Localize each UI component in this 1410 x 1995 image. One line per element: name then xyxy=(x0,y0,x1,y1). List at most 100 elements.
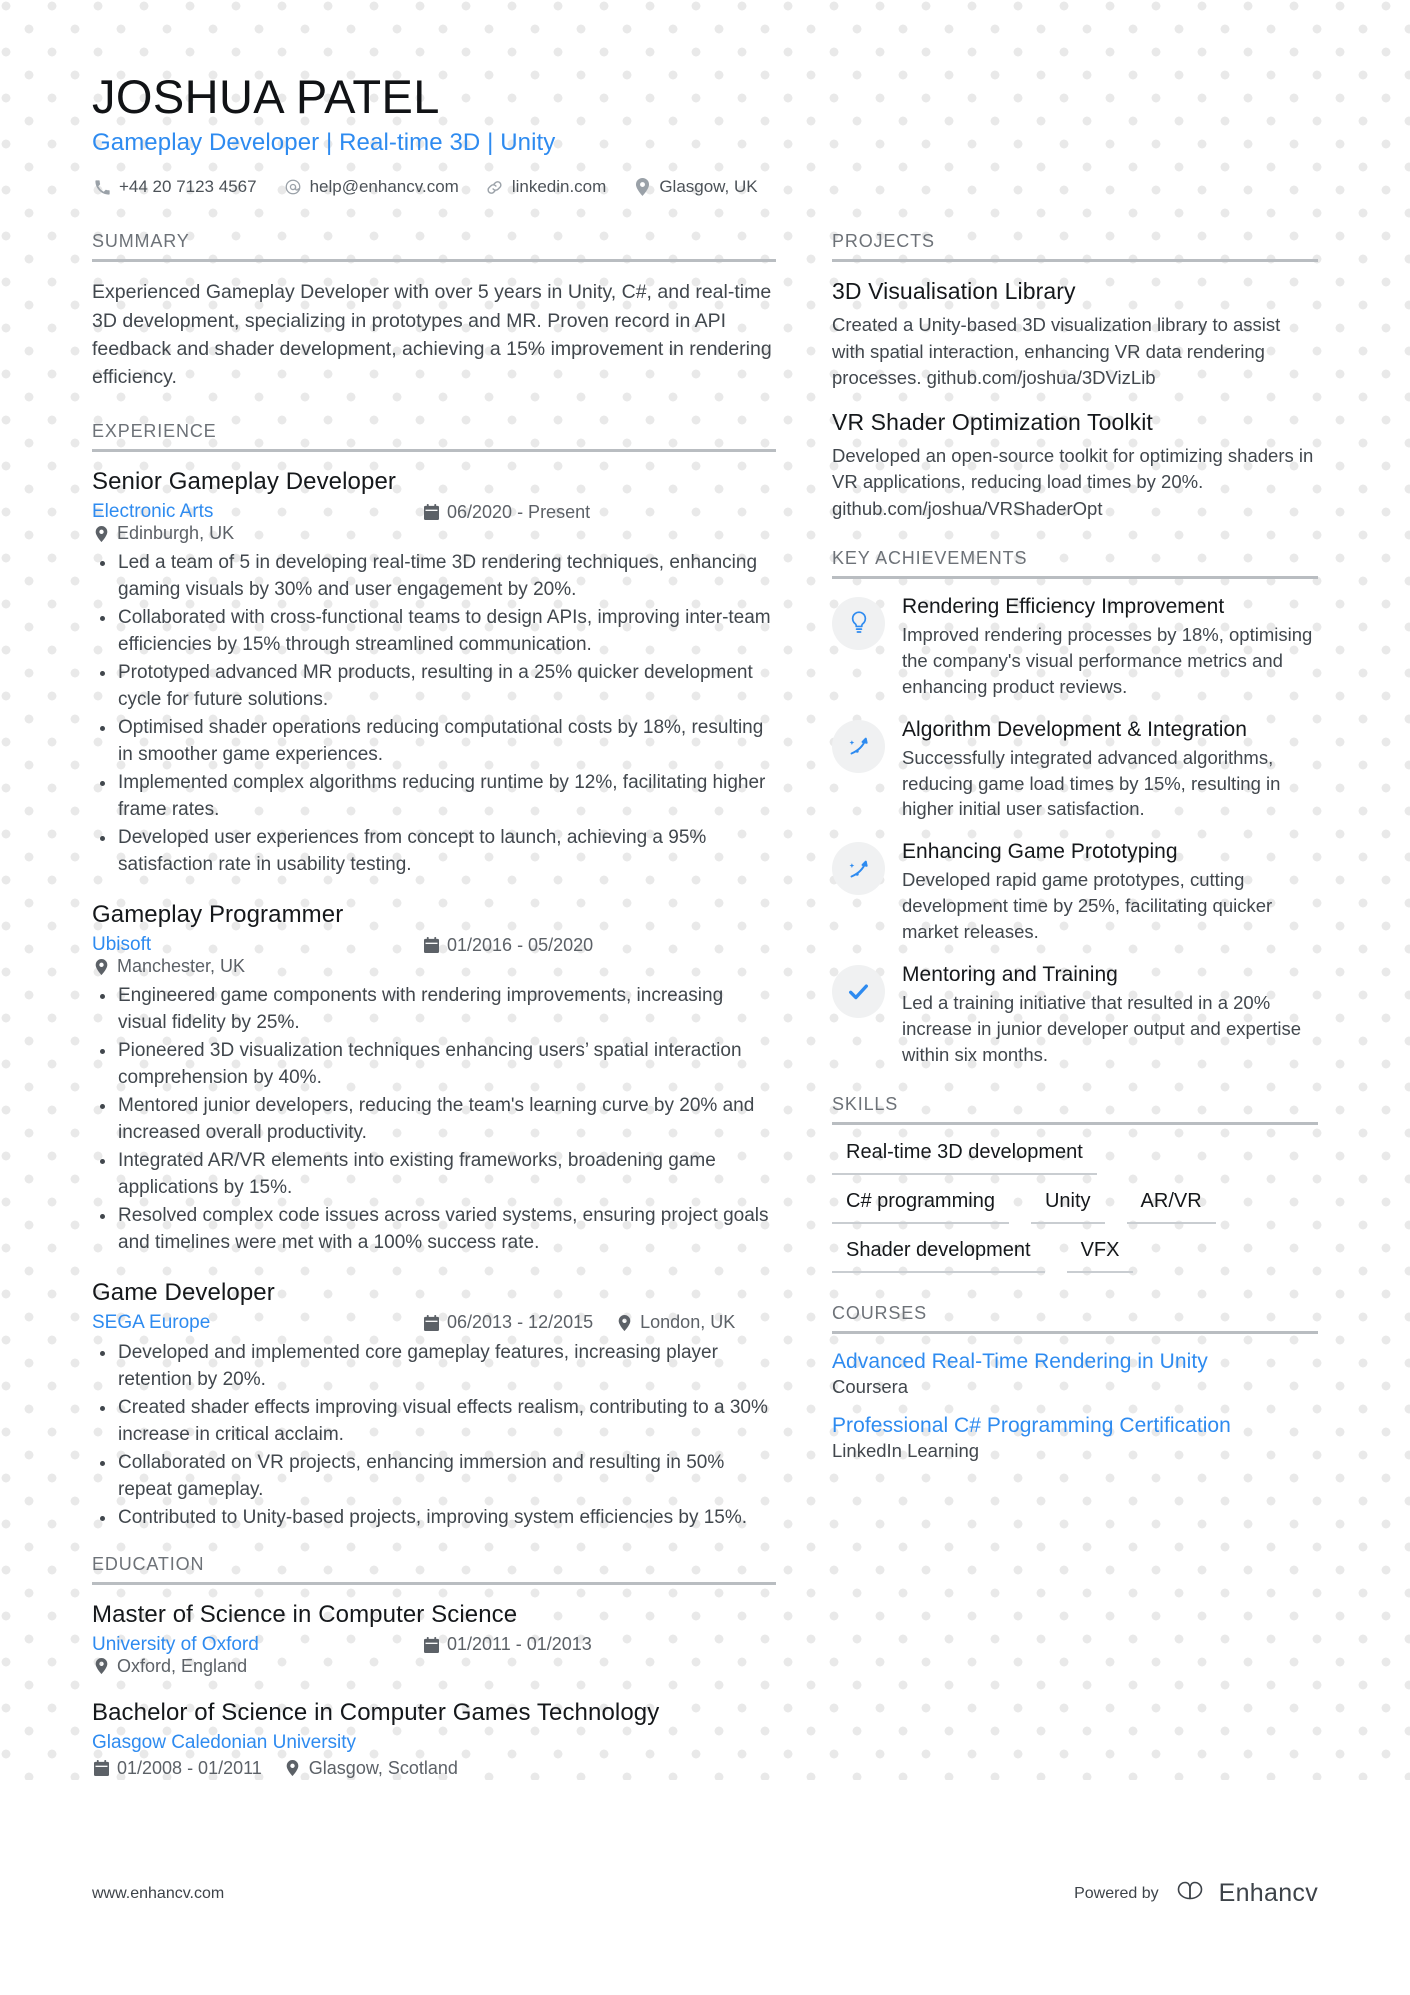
project-name: 3D Visualisation Library xyxy=(832,278,1076,305)
school-name-block: Glasgow Caledonian University xyxy=(92,1732,776,1754)
experience-entry: Game Developer SEGA Europe 06/2013 - 12/… xyxy=(92,1279,776,1532)
section-education: EDUCATION Master of Science in Computer … xyxy=(92,1554,776,1779)
section-title-summary: SUMMARY xyxy=(92,231,190,252)
course-name[interactable]: Advanced Real-Time Rendering in Unity xyxy=(832,1350,1318,1374)
phone-icon xyxy=(92,177,112,197)
job-company[interactable]: SEGA Europe xyxy=(92,1312,422,1334)
job-dates-text: 06/2013 - 12/2015 xyxy=(447,1312,594,1333)
section-divider xyxy=(832,259,1318,263)
bullet-item: Collaborated on VR projects, enhancing i… xyxy=(92,1450,776,1504)
resume-footer: www.enhancv.com Powered by Enhancv xyxy=(0,1878,1410,1909)
key-achievement-body: Mentoring and Training Led a training in… xyxy=(902,963,1318,1068)
bullet-item: Resolved complex code issues across vari… xyxy=(92,1203,776,1257)
job-location: Manchester, UK xyxy=(92,956,245,977)
key-achievement-text: Led a training initiative that resulted … xyxy=(902,991,1302,1065)
education-dates: 01/2011 - 01/2013 xyxy=(422,1634,592,1655)
skill-tag: Real-time 3D development xyxy=(832,1141,1097,1175)
email-icon xyxy=(283,177,303,197)
location-pin-icon xyxy=(632,177,652,197)
key-achievement-item: Enhancing Game Prototyping Developed rap… xyxy=(832,840,1318,945)
bullet-item: Created shader effects improving visual … xyxy=(92,1395,776,1449)
bullet-item: Implemented complex algorithms reducing … xyxy=(92,770,776,824)
magic-wand-icon xyxy=(832,719,885,773)
job-meta: Electronic Arts 06/2020 - Present Edinbu… xyxy=(92,501,776,544)
candidate-name: JOSHUA PATEL xyxy=(92,70,440,123)
contact-location-text: Glasgow, UK xyxy=(659,177,758,197)
job-company[interactable]: Electronic Arts xyxy=(92,501,422,523)
location-pin-icon xyxy=(92,525,110,543)
school-name[interactable]: University of Oxford xyxy=(92,1634,422,1656)
contact-location[interactable]: Glasgow, UK xyxy=(632,177,758,197)
section-projects: PROJECTS 3D Visualisation Library Create… xyxy=(832,231,1318,522)
section-courses: COURSES Advanced Real-Time Rendering in … xyxy=(832,1303,1318,1462)
powered-by-label: Powered by xyxy=(1074,1884,1159,1902)
link-icon xyxy=(485,177,505,197)
job-location-text: London, UK xyxy=(640,1312,736,1333)
bullet-item: Prototyped advanced MR products, resulti… xyxy=(92,660,776,714)
education-location-text: Glasgow, Scotland xyxy=(308,1757,458,1778)
key-achievement-name: Algorithm Development & Integration xyxy=(902,717,1247,741)
education-dates: 01/2008 - 01/2011 xyxy=(92,1758,262,1779)
key-achievement-text: Improved rendering processes by 18%, opt… xyxy=(902,623,1313,697)
location-pin-icon xyxy=(615,1314,633,1332)
key-achievement-text: Successfully integrated advanced algorit… xyxy=(902,746,1281,820)
job-role: Senior Gameplay Developer xyxy=(92,468,396,496)
contact-link[interactable]: linkedin.com xyxy=(485,177,607,197)
key-achievement-body: Rendering Efficiency Improvement Improve… xyxy=(902,595,1318,700)
key-achievement-name: Mentoring and Training xyxy=(902,962,1118,986)
contact-email[interactable]: help@enhancv.com xyxy=(283,177,459,197)
job-meta: Ubisoft 01/2016 - 05/2020 Manchester, UK xyxy=(92,934,776,977)
bullet-item: Engineered game components with renderin… xyxy=(92,983,776,1037)
bullet-item: Developed user experiences from concept … xyxy=(92,825,776,879)
calendar-icon xyxy=(422,503,440,521)
summary-text: Experienced Gameplay Developer with over… xyxy=(92,281,772,389)
job-role: Gameplay Programmer xyxy=(92,901,344,929)
right-column: PROJECTS 3D Visualisation Library Create… xyxy=(832,231,1318,1477)
key-achievement-body: Enhancing Game Prototyping Developed rap… xyxy=(902,840,1318,945)
degree-title: Bachelor of Science in Computer Games Te… xyxy=(92,1698,660,1726)
course-name[interactable]: Professional C# Programming Certificatio… xyxy=(832,1414,1318,1438)
location-pin-icon xyxy=(92,1657,110,1675)
project-description: Developed an open-source toolkit for opt… xyxy=(832,445,1314,519)
job-role: Game Developer xyxy=(92,1278,275,1306)
key-achievement-body: Algorithm Development & Integration Succ… xyxy=(902,718,1318,823)
section-summary: SUMMARY Experienced Gameplay Developer w… xyxy=(92,231,776,391)
contact-email-text: help@enhancv.com xyxy=(309,177,459,197)
experience-entry: Gameplay Programmer Ubisoft 01/2016 - 05… xyxy=(92,901,776,1257)
key-achievements-list: Rendering Efficiency Improvement Improve… xyxy=(832,595,1318,1068)
resume-header: JOSHUA PATEL Gameplay Developer | Real-t… xyxy=(92,0,1318,197)
bullet-item: Mentored junior developers, reducing the… xyxy=(92,1093,776,1147)
key-achievement-item: Mentoring and Training Led a training in… xyxy=(832,963,1318,1068)
section-divider xyxy=(832,1330,1318,1334)
calendar-icon xyxy=(422,1314,440,1332)
school-name[interactable]: Glasgow Caledonian University xyxy=(92,1732,356,1754)
section-key-achievements: KEY ACHIEVEMENTS Rendering Efficiency Im… xyxy=(832,548,1318,1068)
calendar-icon xyxy=(92,1759,110,1777)
section-divider xyxy=(832,575,1318,579)
contact-link-text: linkedin.com xyxy=(511,177,607,197)
job-dates-text: 01/2016 - 05/2020 xyxy=(447,934,594,955)
skill-tag: AR/VR xyxy=(1126,1190,1216,1224)
skill-row: Shader development VFX xyxy=(832,1239,1318,1273)
degree-title: Master of Science in Computer Science xyxy=(92,1600,518,1628)
footer-url[interactable]: www.enhancv.com xyxy=(92,1885,224,1903)
job-location: Edinburgh, UK xyxy=(92,523,234,544)
section-divider xyxy=(832,1121,1318,1125)
location-pin-icon xyxy=(284,1759,302,1777)
candidate-headline: Gameplay Developer | Real-time 3D | Unit… xyxy=(92,129,556,157)
contact-row: +44 20 7123 4567 help@enhancv.com linked… xyxy=(92,177,1318,197)
contact-phone[interactable]: +44 20 7123 4567 xyxy=(92,177,257,197)
check-icon xyxy=(832,964,885,1018)
bullet-item: Pioneered 3D visualization techniques en… xyxy=(92,1038,776,1092)
project-name: VR Shader Optimization Toolkit xyxy=(832,409,1153,436)
skill-tag: Unity xyxy=(1030,1190,1105,1224)
education-meta: University of Oxford 01/2011 - 01/2013 O… xyxy=(92,1634,776,1677)
job-dates: 01/2016 - 05/2020 xyxy=(422,935,593,956)
section-title-experience: EXPERIENCE xyxy=(92,421,217,442)
education-location: Glasgow, Scotland xyxy=(284,1758,458,1779)
key-achievement-name: Rendering Efficiency Improvement xyxy=(902,594,1225,618)
bullet-item: Collaborated with cross-functional teams… xyxy=(92,605,776,659)
bullet-item: Integrated AR/VR elements into existing … xyxy=(92,1148,776,1202)
key-achievement-item: Rendering Efficiency Improvement Improve… xyxy=(832,595,1318,700)
job-company[interactable]: Ubisoft xyxy=(92,934,422,956)
